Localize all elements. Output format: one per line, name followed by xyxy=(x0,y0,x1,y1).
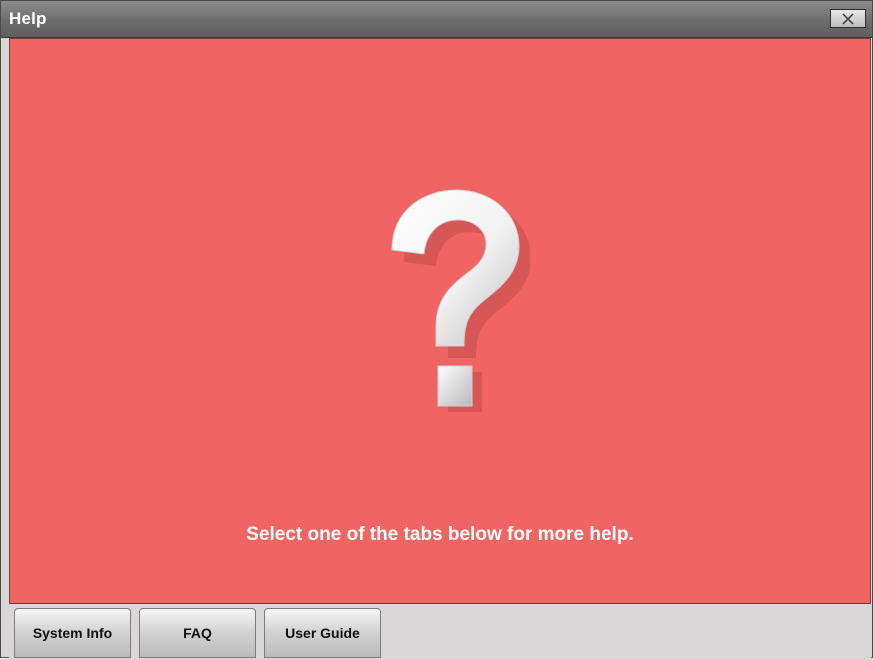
close-x-icon xyxy=(842,13,854,24)
tab-system-info[interactable]: System Info xyxy=(14,608,131,658)
window-title: Help xyxy=(9,9,47,28)
help-window: Help Select one of the tabs below for mo… xyxy=(0,0,873,659)
help-instruction-text: Select one of the tabs below for more he… xyxy=(246,524,634,545)
tab-bar: System Info FAQ User Guide xyxy=(9,604,871,659)
help-content-panel: Select one of the tabs below for more he… xyxy=(9,38,871,604)
question-mark-icon xyxy=(391,189,530,412)
title-bar: Help xyxy=(1,1,872,38)
tab-faq[interactable]: FAQ xyxy=(139,608,256,658)
close-button[interactable] xyxy=(830,9,866,28)
tab-user-guide[interactable]: User Guide xyxy=(264,608,381,658)
